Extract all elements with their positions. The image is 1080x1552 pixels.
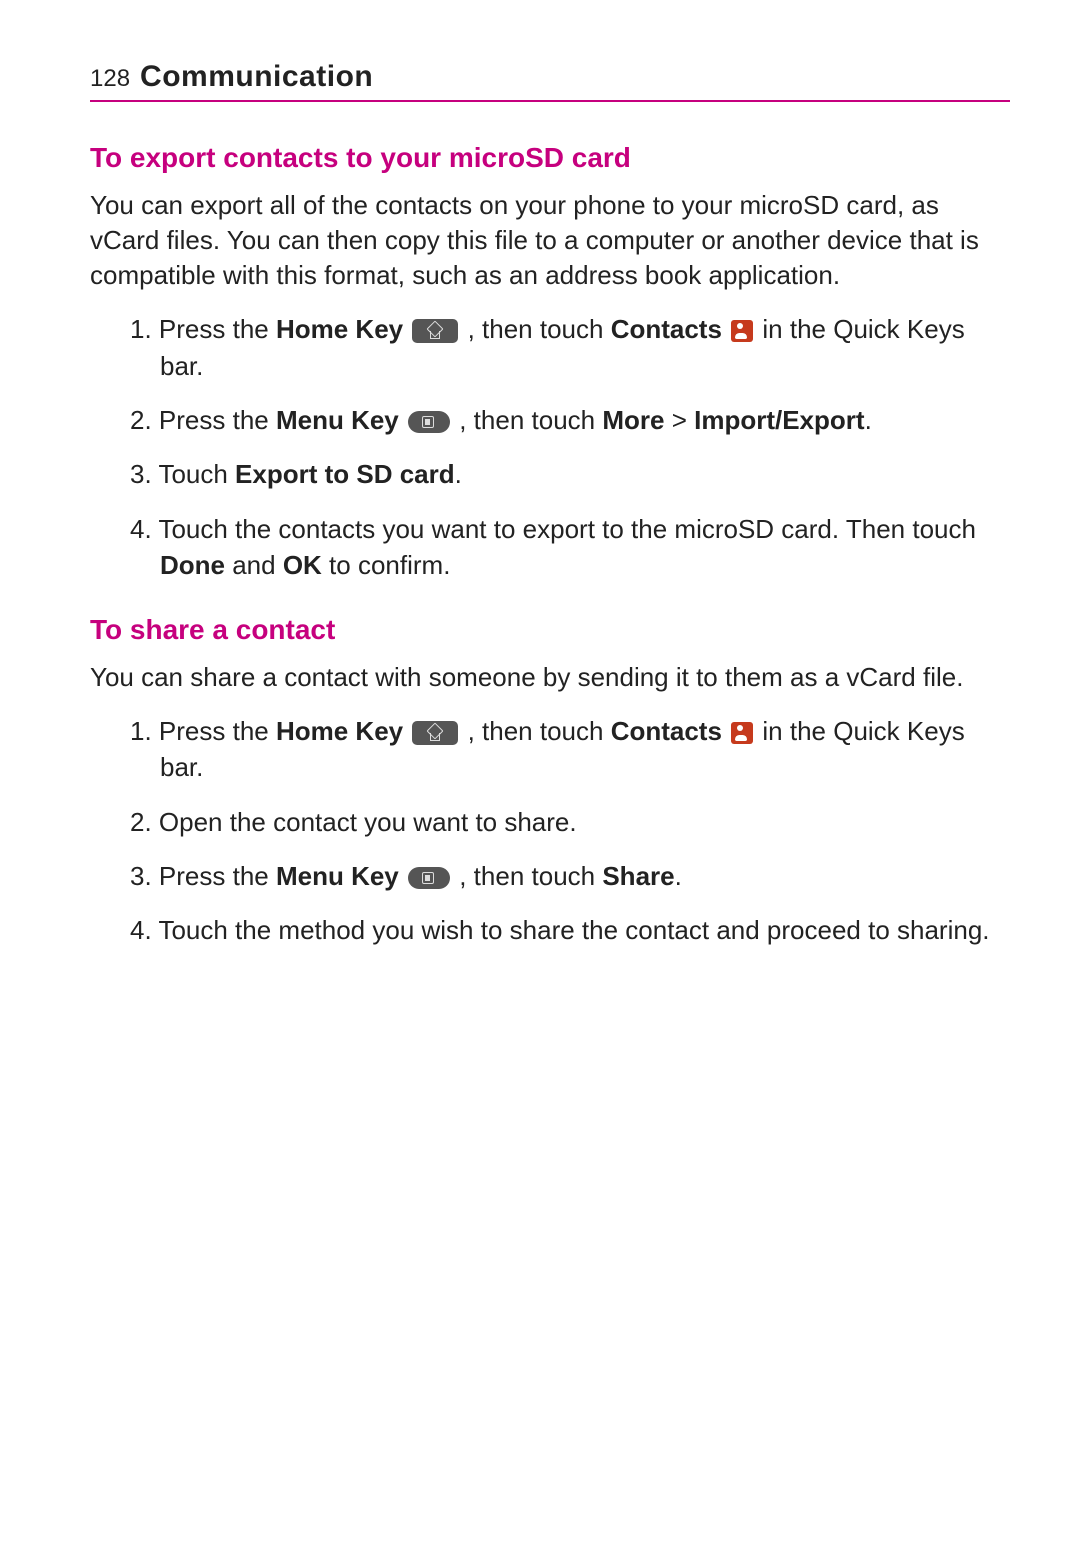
menu-key-icon: [408, 867, 450, 889]
home-key-label: Home Key: [276, 314, 403, 344]
chapter-title: Communication: [140, 60, 373, 94]
step-1: 1. Press the Home Key , then touch Conta…: [130, 311, 1010, 384]
more-label: More: [602, 405, 664, 435]
home-key-icon: [412, 721, 458, 745]
contacts-icon: [731, 320, 753, 342]
step-text: >: [664, 405, 694, 435]
section-heading: To share a contact: [90, 614, 1010, 646]
step-text: .: [865, 405, 872, 435]
section-heading: To export contacts to your microSD card: [90, 142, 1010, 174]
contacts-icon: [731, 722, 753, 744]
step-list: 1. Press the Home Key , then touch Conta…: [90, 713, 1010, 949]
export-sd-label: Export to SD card: [235, 459, 455, 489]
step-text: , then touch: [452, 861, 602, 891]
step-text: Press the: [152, 861, 276, 891]
step-num: 3.: [130, 459, 152, 489]
step-2: 2. Open the contact you want to share.: [130, 804, 1010, 840]
step-text: .: [455, 459, 462, 489]
done-label: Done: [160, 550, 225, 580]
import-export-label: Import/Export: [694, 405, 864, 435]
step-text: Open the contact you want to share.: [152, 807, 577, 837]
step-text: Touch the contacts you want to export to…: [152, 514, 976, 544]
step-text: , then touch: [452, 405, 602, 435]
step-2: 2. Press the Menu Key , then touch More …: [130, 402, 1010, 438]
step-num: 2.: [130, 807, 152, 837]
step-num: 2.: [130, 405, 152, 435]
home-key-icon: [412, 319, 458, 343]
step-4: 4. Touch the method you wish to share th…: [130, 912, 1010, 948]
step-list: 1. Press the Home Key , then touch Conta…: [90, 311, 1010, 583]
step-num: 1.: [130, 314, 152, 344]
step-text: .: [675, 861, 682, 891]
section-export-contacts: To export contacts to your microSD card …: [90, 142, 1010, 584]
step-3: 3. Press the Menu Key , then touch Share…: [130, 858, 1010, 894]
step-text: to confirm.: [322, 550, 451, 580]
step-text: Touch: [152, 459, 235, 489]
step-4: 4. Touch the contacts you want to export…: [130, 511, 1010, 584]
ok-label: OK: [283, 550, 322, 580]
step-num: 4.: [130, 915, 152, 945]
step-text: , then touch: [460, 716, 610, 746]
section-share-contact: To share a contact You can share a conta…: [90, 614, 1010, 949]
menu-key-label: Menu Key: [276, 861, 399, 891]
step-num: 3.: [130, 861, 152, 891]
step-num: 1.: [130, 716, 152, 746]
section-intro: You can export all of the contacts on yo…: [90, 188, 1010, 293]
step-text: , then touch: [460, 314, 610, 344]
contacts-label: Contacts: [611, 314, 722, 344]
step-num: 4.: [130, 514, 152, 544]
step-text: Touch the method you wish to share the c…: [152, 915, 990, 945]
step-text: Press the: [152, 314, 276, 344]
share-label: Share: [602, 861, 674, 891]
step-3: 3. Touch Export to SD card.: [130, 456, 1010, 492]
contacts-label: Contacts: [611, 716, 722, 746]
page-number: 128: [90, 65, 130, 93]
step-1: 1. Press the Home Key , then touch Conta…: [130, 713, 1010, 786]
step-text: Press the: [152, 405, 276, 435]
step-text: and: [225, 550, 283, 580]
menu-key-label: Menu Key: [276, 405, 399, 435]
section-intro: You can share a contact with someone by …: [90, 660, 1010, 695]
home-key-label: Home Key: [276, 716, 403, 746]
menu-key-icon: [408, 411, 450, 433]
page-header: 128 Communication: [90, 60, 1010, 102]
step-text: Press the: [152, 716, 276, 746]
